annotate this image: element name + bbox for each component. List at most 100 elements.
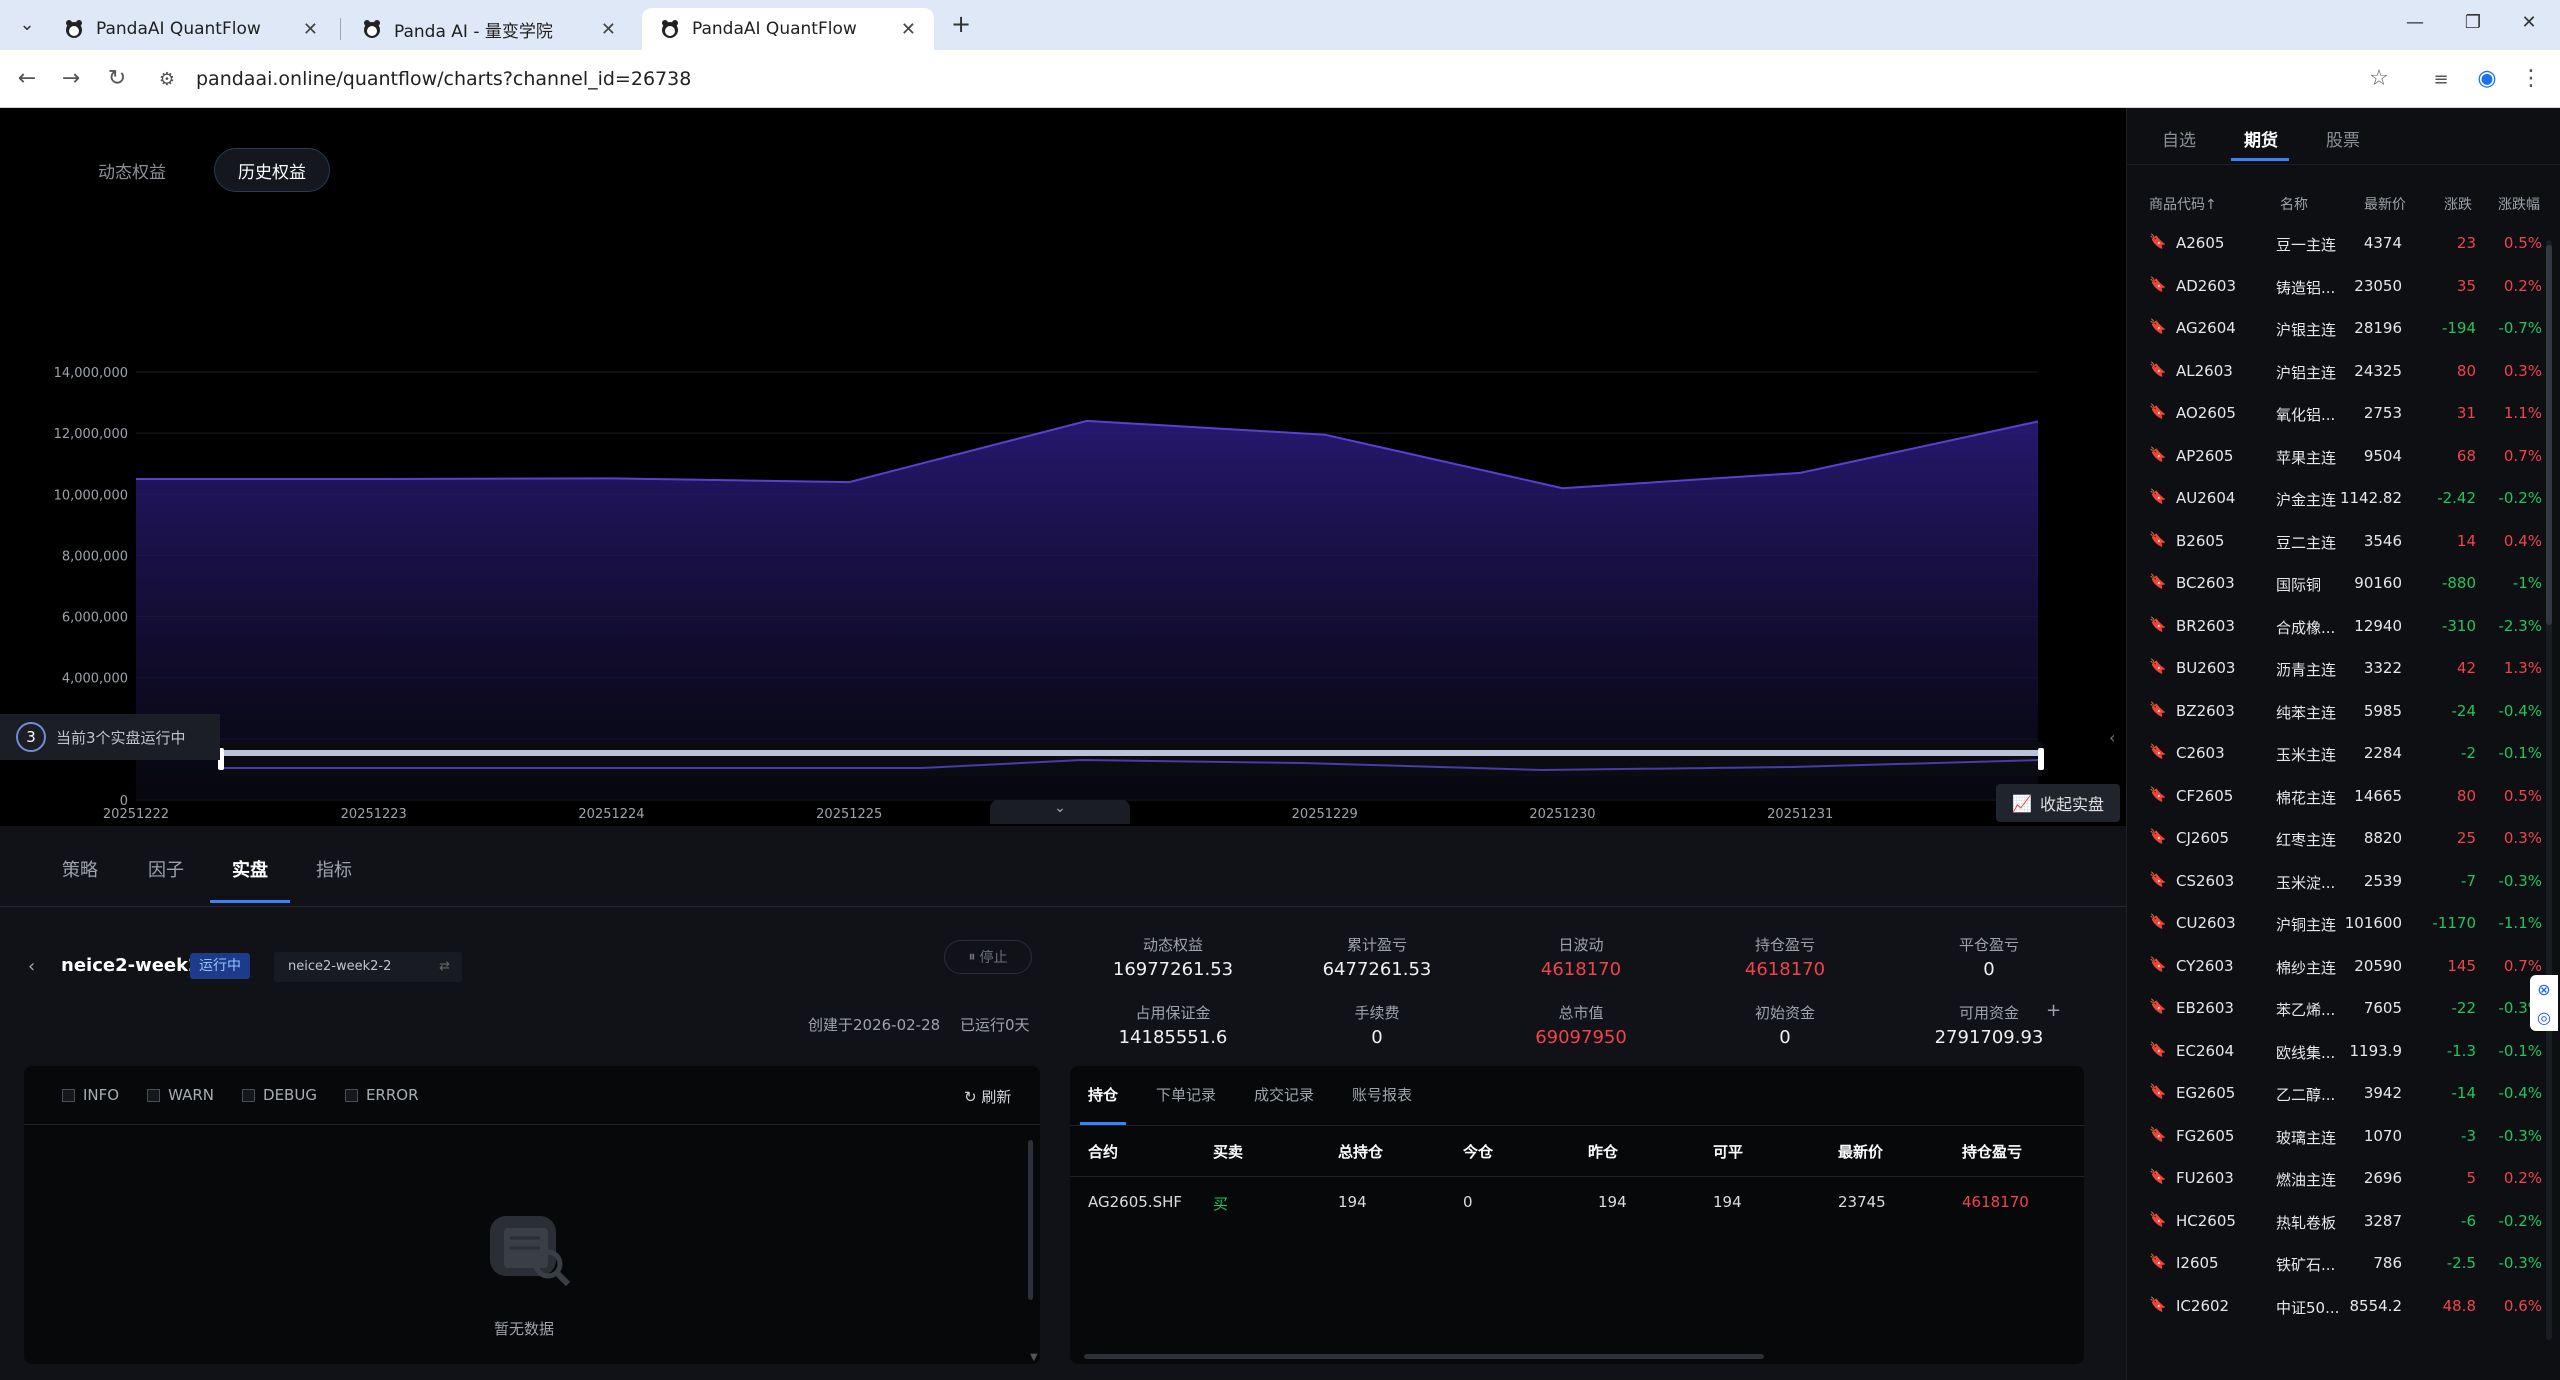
market-row[interactable]: 🔖 AO2605 氧化铝... 2753 31 1.1% <box>2134 392 2554 434</box>
market-row[interactable]: 🔖 BZ2603 纯苯主连 5985 -24 -0.4% <box>2134 690 2554 732</box>
bookmark-icon[interactable]: 🔖 <box>2149 957 2166 974</box>
add-funds-icon[interactable]: + <box>2046 1000 2061 1021</box>
forward-icon[interactable]: → <box>56 66 86 91</box>
market-row[interactable]: 🔖 BC2603 国际铜 90160 -880 -1% <box>2134 562 2554 604</box>
tab-positions[interactable]: 持仓 <box>1088 1084 1118 1105</box>
stop-button[interactable]: ⏸ 停止 <box>944 940 1032 974</box>
restore-icon[interactable]: ❐ <box>2458 12 2488 33</box>
bookmark-icon[interactable]: 🔖 <box>2149 702 2166 719</box>
market-row[interactable]: 🔖 HC2605 热轧卷板 3287 -6 -0.2% <box>2134 1200 2554 1242</box>
minimize-icon[interactable]: — <box>2400 12 2430 33</box>
zoom-slider[interactable] <box>218 742 2044 776</box>
market-row[interactable]: 🔖 BU2603 沥青主连 3322 42 1.3% <box>2134 647 2554 689</box>
tab-account-report[interactable]: 账号报表 <box>1352 1084 1412 1105</box>
checkbox[interactable] <box>147 1088 161 1102</box>
filter-warn[interactable]: WARN <box>147 1086 214 1104</box>
back-chevron-icon[interactable]: ‹ <box>28 956 35 977</box>
tab-dynamic-equity[interactable]: 动态权益 <box>84 148 180 192</box>
market-row[interactable]: 🔖 CJ2605 红枣主连 8820 25 0.3% <box>2134 817 2554 859</box>
checkbox[interactable] <box>344 1088 358 1102</box>
market-row[interactable]: 🔖 BR2603 合成橡... 12940 -310 -2.3% <box>2134 605 2554 647</box>
back-icon[interactable]: ← <box>12 66 42 91</box>
tab-indicator[interactable]: 指标 <box>316 856 352 882</box>
market-row[interactable]: 🔖 CF2605 棉花主连 14665 80 0.5% <box>2134 775 2554 817</box>
menu-icon[interactable]: ⋮ <box>2516 66 2546 91</box>
bookmark-icon[interactable]: 🔖 <box>2149 362 2166 379</box>
tab-historical-equity[interactable]: 历史权益 <box>214 148 330 192</box>
scroll-down-icon[interactable]: ▼ <box>1030 1352 1038 1363</box>
bookmark-icon[interactable]: 🔖 <box>2149 829 2166 846</box>
chevron-down-icon[interactable]: ⌄ <box>990 800 1130 824</box>
media-icon[interactable]: ≡ <box>2426 69 2456 90</box>
market-row[interactable]: 🔖 AP2605 苹果主连 9504 68 0.7% <box>2134 435 2554 477</box>
bookmark-icon[interactable]: 🔖 <box>2149 787 2166 804</box>
filter-debug[interactable]: DEBUG <box>242 1086 317 1104</box>
market-row[interactable]: 🔖 CS2603 玉米淀... 2539 -7 -0.3% <box>2134 860 2554 902</box>
close-icon[interactable]: ✕ <box>303 19 318 40</box>
url-field[interactable]: pandaai.online/quantflow/charts?channel_… <box>196 68 691 90</box>
browser-tab-3[interactable]: PandaAI QuantFlow ✕ <box>642 8 934 50</box>
browser-tab-2[interactable]: Panda AI - 量变学院 ✕ <box>344 8 634 50</box>
bookmark-star-icon[interactable]: ☆ <box>2364 66 2394 91</box>
market-row[interactable]: 🔖 AL2603 沪铝主连 24325 80 0.3% <box>2134 350 2554 392</box>
window-close-icon[interactable]: ✕ <box>2514 12 2544 33</box>
refresh-button[interactable]: ↻ 刷新 <box>964 1086 1011 1107</box>
bookmark-icon[interactable]: 🔖 <box>2149 234 2166 251</box>
market-row[interactable]: 🔖 EG2605 乙二醇... 3942 -14 -0.4% <box>2134 1072 2554 1114</box>
tab-strategy[interactable]: 策略 <box>62 856 98 882</box>
bookmark-icon[interactable]: 🔖 <box>2149 447 2166 464</box>
bookmark-icon[interactable]: 🔖 <box>2149 999 2166 1016</box>
bookmark-icon[interactable]: 🔖 <box>2149 1297 2166 1314</box>
bookmark-icon[interactable]: 🔖 <box>2149 872 2166 889</box>
market-row[interactable]: 🔖 EC2604 欧线集... 1193.9 -1.3 -0.1% <box>2134 1030 2554 1072</box>
bookmark-icon[interactable]: 🔖 <box>2149 1212 2166 1229</box>
col-code[interactable]: 商品代码↑ <box>2149 194 2217 214</box>
tab-stocks[interactable]: 股票 <box>2326 126 2360 151</box>
tab-live[interactable]: 实盘 <box>232 856 268 882</box>
bookmark-icon[interactable]: 🔖 <box>2149 1084 2166 1101</box>
market-row[interactable]: 🔖 EB2603 苯乙烯... 7605 -22 -0.3% <box>2134 987 2554 1029</box>
market-row[interactable]: 🔖 AD2603 铸造铝... 23050 35 0.2% <box>2134 265 2554 307</box>
bookmark-icon[interactable]: 🔖 <box>2149 319 2166 336</box>
tab-trade-records[interactable]: 成交记录 <box>1254 1084 1314 1105</box>
bookmark-icon[interactable]: 🔖 <box>2149 532 2166 549</box>
tab-factor[interactable]: 因子 <box>148 856 184 882</box>
market-row[interactable]: 🔖 A2605 豆一主连 4374 23 0.5% <box>2134 222 2554 264</box>
tab-watchlist[interactable]: 自选 <box>2162 126 2196 151</box>
bookmark-icon[interactable]: 🔖 <box>2149 404 2166 421</box>
zoom-handle-right[interactable] <box>2038 748 2044 770</box>
bookmark-icon[interactable]: 🔖 <box>2149 277 2166 294</box>
market-row[interactable]: 🔖 CY2603 棉纱主连 20590 145 0.7% <box>2134 945 2554 987</box>
running-count-pill[interactable]: 3 当前3个实盘运行中 <box>0 714 220 760</box>
close-icon[interactable]: ✕ <box>901 19 916 40</box>
market-row[interactable]: 🔖 AG2604 沪银主连 28196 -194 -0.7% <box>2134 307 2554 349</box>
bookmark-icon[interactable]: 🔖 <box>2149 574 2166 591</box>
market-row[interactable]: 🔖 FU2603 燃油主连 2696 5 0.2% <box>2134 1157 2554 1199</box>
close-icon[interactable]: ✕ <box>601 19 616 40</box>
market-row[interactable]: 🔖 C2603 玉米主连 2284 -2 -0.1% <box>2134 732 2554 774</box>
filter-error[interactable]: ERROR <box>344 1086 419 1104</box>
side-panel-toggle-icon[interactable]: ‹ <box>2109 728 2127 758</box>
market-row[interactable]: 🔖 CU2603 沪铜主连 101600 -1170 -1.1% <box>2134 902 2554 944</box>
checkbox[interactable] <box>62 1088 75 1102</box>
market-row[interactable]: 🔖 I2605 铁矿石... 786 -2.5 -0.3% <box>2134 1242 2554 1284</box>
market-row[interactable]: 🔖 B2605 豆二主连 3546 14 0.4% <box>2134 520 2554 562</box>
filter-info[interactable]: INFO <box>62 1086 119 1104</box>
bookmark-icon[interactable]: 🔖 <box>2149 1169 2166 1186</box>
browser-tab-1[interactable]: PandaAI QuantFlow ✕ <box>46 8 336 50</box>
scrollbar-thumb[interactable] <box>2546 245 2552 625</box>
bookmark-icon[interactable]: 🔖 <box>2149 489 2166 506</box>
bookmark-icon[interactable]: 🔖 <box>2149 617 2166 634</box>
checkbox[interactable] <box>242 1088 256 1102</box>
bookmark-icon[interactable]: 🔖 <box>2149 1254 2166 1271</box>
bookmark-icon[interactable]: 🔖 <box>2149 914 2166 931</box>
assistant-icon[interactable]: ◎ <box>2537 1008 2551 1027</box>
market-row[interactable]: 🔖 AU2604 沪金主连 1142.82 -2.42 -0.2% <box>2134 477 2554 519</box>
market-row[interactable]: 🔖 FG2605 玻璃主连 1070 -3 -0.3% <box>2134 1115 2554 1157</box>
profile-icon[interactable]: ◉ <box>2472 66 2502 91</box>
collapse-live-button[interactable]: 📈 收起实盘 <box>1996 784 2120 822</box>
site-info-icon[interactable]: ⚙ <box>152 69 182 90</box>
tab-search-icon[interactable]: ⌄ <box>12 14 42 35</box>
tab-futures[interactable]: 期货 <box>2244 126 2278 151</box>
bookmark-icon[interactable]: 🔖 <box>2149 744 2166 761</box>
